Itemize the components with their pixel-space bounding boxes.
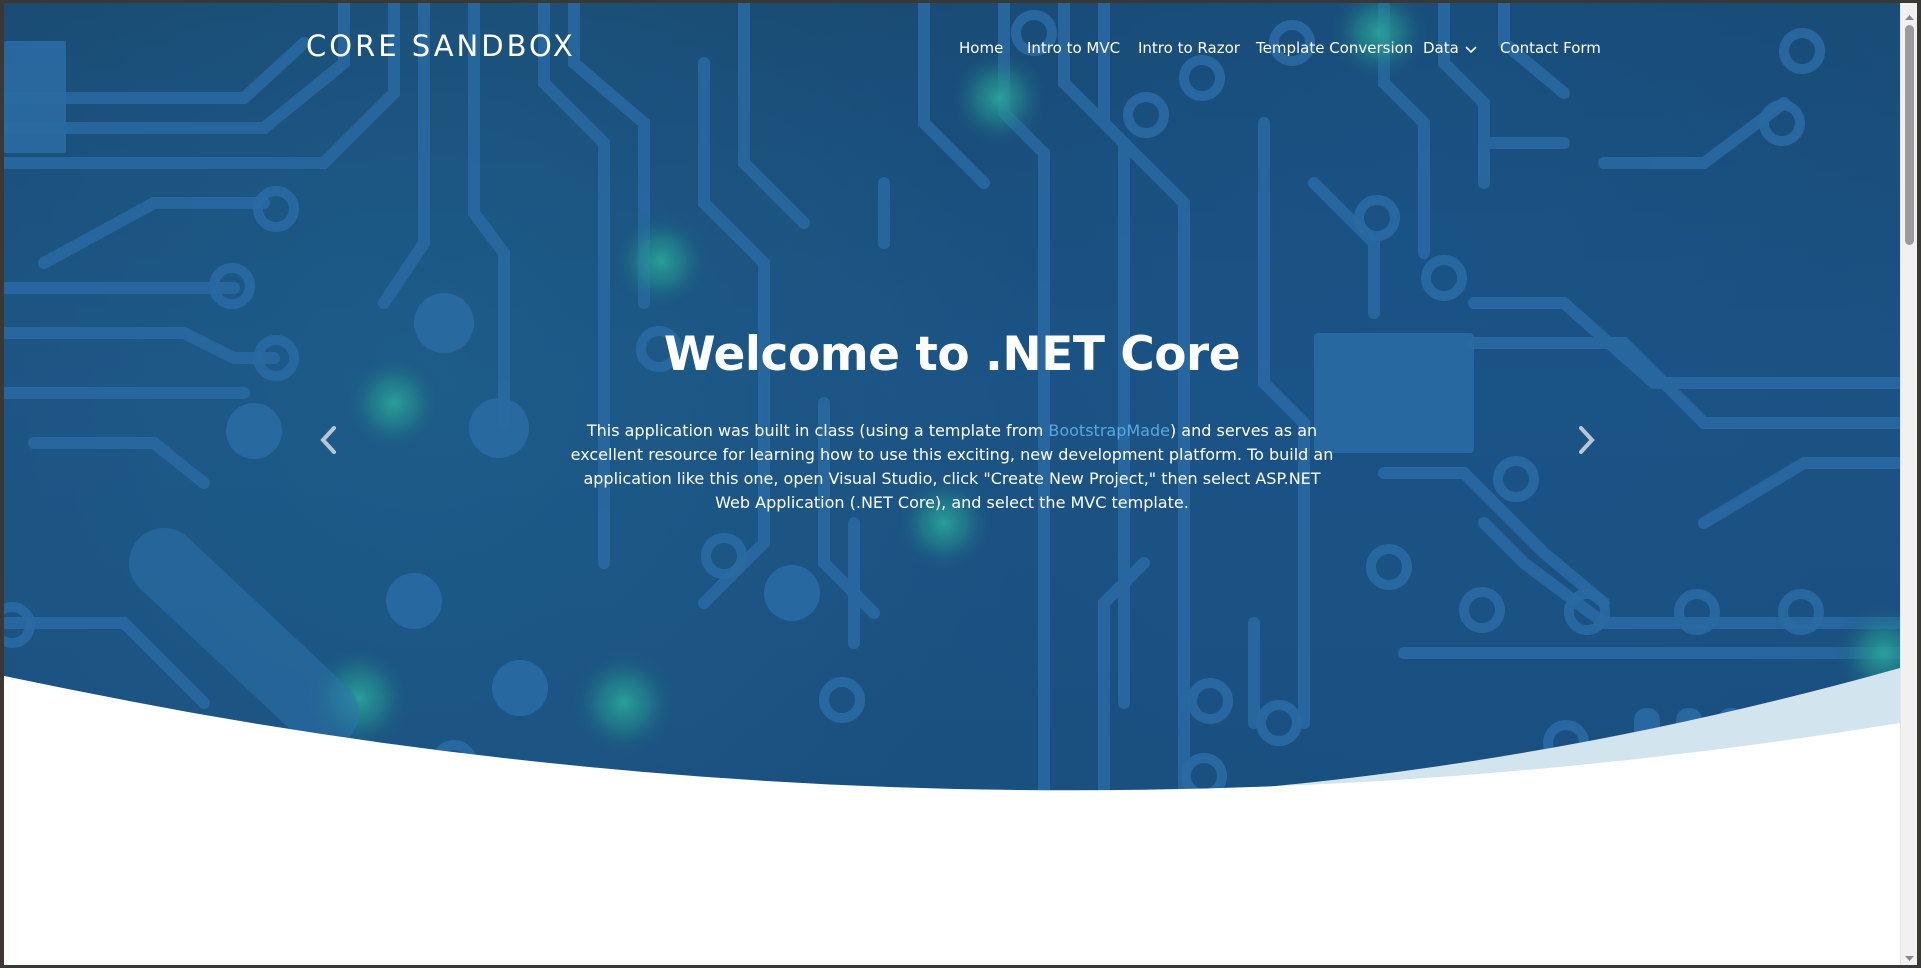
carousel-next-button[interactable]: [1574, 423, 1598, 457]
scroll-down-arrow-icon[interactable]: [1905, 950, 1914, 961]
chevron-left-icon: [317, 426, 341, 461]
browser-window: CORE SANDBOX Home Intro to MVC Intro to …: [0, 0, 1921, 968]
nav-item-intro-to-mvc[interactable]: Intro to MVC: [1027, 39, 1120, 57]
scrollbar-thumb[interactable]: [1905, 25, 1914, 245]
nav-item-intro-to-razor[interactable]: Intro to Razor: [1138, 39, 1240, 57]
page-viewport: CORE SANDBOX Home Intro to MVC Intro to …: [4, 3, 1900, 965]
nav-item-data-label: Data: [1423, 39, 1459, 57]
scroll-up-arrow-icon[interactable]: [1905, 9, 1914, 20]
hero-wave-divider: [4, 668, 1900, 863]
hero-description: This application was built in class (usi…: [564, 419, 1340, 515]
nav-item-data-dropdown[interactable]: Data: [1423, 39, 1477, 58]
hero-title: Welcome to .NET Core: [663, 327, 1241, 382]
vertical-scrollbar[interactable]: [1900, 3, 1917, 965]
bootstrapmade-link[interactable]: BootstrapMade: [1048, 421, 1170, 440]
carousel-prev-button[interactable]: [317, 423, 341, 457]
chevron-down-icon: [1465, 40, 1477, 58]
nav-item-contact-form[interactable]: Contact Form: [1500, 39, 1601, 57]
hero-text-before-link: This application was built in class (usi…: [586, 421, 1049, 440]
nav-item-template-conversion[interactable]: Template Conversion: [1256, 39, 1413, 57]
chevron-right-icon: [1574, 426, 1598, 461]
nav-item-home[interactable]: Home: [959, 39, 1003, 57]
main-navigation: Home Intro to MVC Intro to Razor Templat…: [4, 39, 1900, 63]
